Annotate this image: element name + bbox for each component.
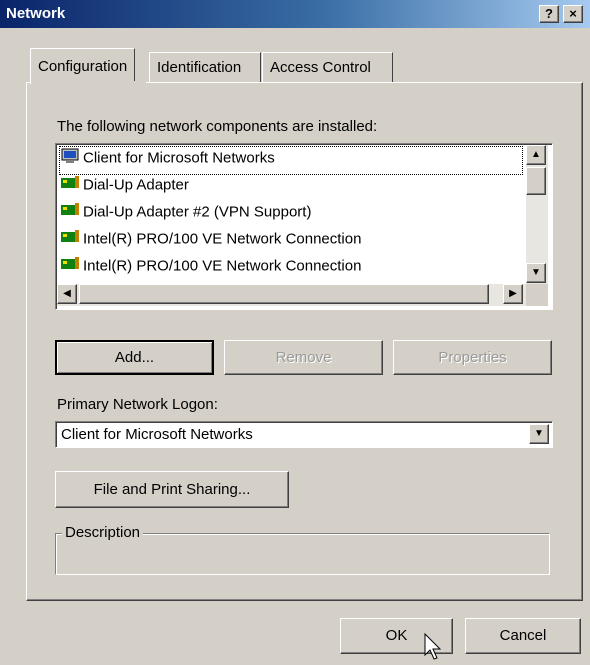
client-icon [60, 147, 80, 169]
list-item[interactable]: Dial-Up Adapter [60, 174, 189, 201]
vertical-scrollbar[interactable]: ▲ ▼ [526, 145, 548, 284]
file-print-sharing-button[interactable]: File and Print Sharing... [55, 471, 289, 508]
network-adapter-icon [60, 228, 80, 250]
tab-configuration[interactable]: Configuration [30, 48, 136, 84]
horizontal-scrollbar[interactable]: ◀ ▶ [57, 284, 526, 306]
add-button[interactable]: Add... [55, 340, 214, 375]
cancel-button[interactable]: Cancel [465, 618, 581, 654]
components-listbox[interactable]: Client for Microsoft Networks Dial-Up Ad… [55, 143, 553, 310]
help-button[interactable]: ? [539, 5, 559, 23]
logon-value: Client for Microsoft Networks [61, 426, 253, 443]
remove-button[interactable]: Remove [224, 340, 383, 375]
window-title: Network [6, 5, 66, 22]
chevron-down-icon[interactable]: ▼ [529, 424, 549, 444]
tab-access-control[interactable]: Access Control [262, 52, 393, 82]
scroll-up-icon[interactable]: ▲ [526, 145, 546, 165]
list-item[interactable]: Dial-Up Adapter #2 (VPN Support) [60, 201, 311, 228]
network-adapter-icon [60, 201, 80, 223]
scroll-left-icon[interactable]: ◀ [57, 284, 77, 304]
tab-label: Identification [157, 59, 242, 76]
network-adapter-icon [60, 255, 80, 277]
mouse-cursor-icon [424, 632, 442, 665]
network-adapter-icon [60, 174, 80, 196]
title-bar[interactable]: Network ? × [0, 0, 590, 28]
tab-label: Access Control [270, 59, 371, 76]
scroll-down-icon[interactable]: ▼ [526, 263, 546, 283]
tab-identification[interactable]: Identification [149, 52, 261, 82]
logon-label: Primary Network Logon: [57, 396, 218, 413]
scroll-corner [526, 284, 548, 306]
tab-label: Configuration [38, 58, 128, 75]
description-label: Description [62, 524, 144, 541]
list-item[interactable]: Intel(R) PRO/100 VE Network Connection [60, 228, 361, 255]
scroll-right-icon[interactable]: ▶ [503, 284, 523, 304]
list-item[interactable]: Client for Microsoft Networks [59, 146, 523, 175]
tab-join [31, 81, 146, 84]
list-item[interactable]: Intel(R) PRO/100 VE Network Connection [60, 255, 361, 282]
scroll-thumb-horizontal[interactable] [79, 284, 489, 304]
logon-select[interactable]: Client for Microsoft Networks ▼ [55, 421, 553, 448]
close-button[interactable]: × [563, 5, 583, 23]
scroll-thumb[interactable] [526, 167, 546, 195]
description-group: Description [55, 524, 550, 575]
components-label: The following network components are ins… [57, 118, 378, 135]
properties-button[interactable]: Properties [393, 340, 552, 375]
